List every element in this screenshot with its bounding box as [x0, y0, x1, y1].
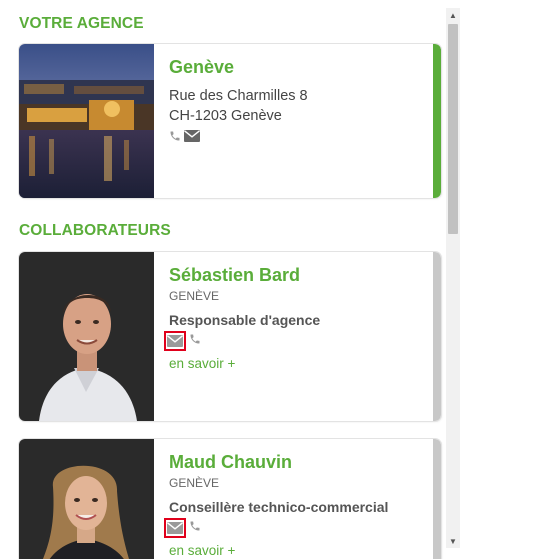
agency-address-line1: Rue des Charmilles 8 [169, 88, 308, 104]
agency-contact-icons [169, 129, 421, 147]
more-link[interactable]: en savoir + [169, 356, 421, 371]
collaborator-info: Sébastien Bard GENÈVE Responsable d'agen… [164, 264, 421, 371]
portrait-woman-image [19, 439, 154, 559]
phone-icon[interactable] [169, 129, 181, 147]
geneva-night-image [19, 44, 154, 198]
collaborator-name[interactable]: Maud Chauvin [169, 451, 421, 473]
agency-name[interactable]: Genève [169, 56, 421, 78]
collaborator-city: GENÈVE [169, 289, 220, 303]
agency-card[interactable]: Genève Rue des Charmilles 8 CH-1203 Genè… [19, 44, 441, 198]
collaborator-card[interactable]: Maud Chauvin GENÈVE Conseillère technico… [19, 439, 441, 559]
collaborator-contact-icons [164, 518, 421, 538]
scroll-down-arrow-icon[interactable]: ▼ [446, 534, 460, 548]
portrait-man-image [19, 252, 154, 421]
mail-icon[interactable] [184, 129, 200, 147]
collaborator-info: Maud Chauvin GENÈVE Conseillère technico… [164, 451, 421, 558]
phone-icon[interactable] [189, 332, 201, 350]
mail-icon[interactable] [164, 331, 186, 351]
scrollbar-thumb[interactable] [448, 24, 458, 234]
page-content: VOTRE AGENCE Genève Rue des Charmilles 8… [0, 0, 446, 559]
mail-icon[interactable] [164, 518, 186, 538]
agency-section-title: VOTRE AGENCE [19, 15, 144, 32]
collaborator-role: Conseillère technico-commercial [169, 499, 389, 515]
agency-accent-bar [433, 44, 441, 198]
agency-address-line2: CH-1203 Genève [169, 108, 282, 124]
collaborator-photo [19, 439, 154, 559]
agency-info: Genève Rue des Charmilles 8 CH-1203 Genè… [169, 56, 421, 147]
collaborator-card[interactable]: Sébastien Bard GENÈVE Responsable d'agen… [19, 252, 441, 421]
collaborator-photo [19, 252, 154, 421]
collaborator-role: Responsable d'agence [169, 312, 321, 328]
more-link[interactable]: en savoir + [169, 543, 421, 558]
phone-icon[interactable] [189, 519, 201, 537]
collaborator-accent-bar [433, 252, 441, 421]
collaborator-name[interactable]: Sébastien Bard [169, 264, 421, 286]
vertical-scrollbar[interactable]: ▲ ▼ [446, 8, 460, 548]
scroll-up-arrow-icon[interactable]: ▲ [446, 8, 460, 22]
collaborator-accent-bar [433, 439, 441, 559]
collaborators-section-title: COLLABORATEURS [19, 222, 171, 239]
collaborator-contact-icons [164, 331, 421, 351]
collaborator-city: GENÈVE [169, 476, 220, 490]
agency-photo [19, 44, 154, 198]
